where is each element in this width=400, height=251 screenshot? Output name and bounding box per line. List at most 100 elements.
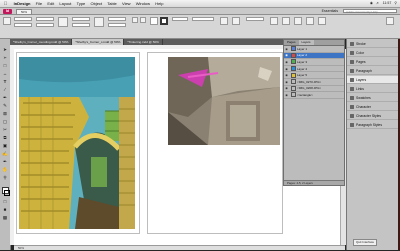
dock-item[interactable]: Character xyxy=(347,103,400,111)
page-right[interactable] xyxy=(147,52,283,234)
photo-yellow-stone-arch[interactable] xyxy=(19,57,135,229)
scale-y-field[interactable] xyxy=(72,23,90,27)
tab-layers[interactable]: Layers xyxy=(298,40,314,45)
menu-app[interactable]: InDesign xyxy=(11,0,33,7)
layer-row[interactable]: ◉ Layer 4 xyxy=(284,66,344,73)
reference-point-icon[interactable] xyxy=(3,17,11,25)
rotate-icon[interactable] xyxy=(94,17,104,27)
opacity-field[interactable] xyxy=(246,17,264,21)
stroke-swatch-icon[interactable] xyxy=(160,17,168,25)
volume-icon[interactable]: ♬ xyxy=(376,0,380,7)
flip-horizontal-icon[interactable] xyxy=(132,17,138,23)
effects-icon[interactable] xyxy=(220,17,228,25)
pencil-tool-icon[interactable]: ✎ xyxy=(2,103,8,109)
gradient-tool-icon[interactable]: ▣ xyxy=(2,143,8,149)
height-field[interactable] xyxy=(36,23,54,27)
line-tool-icon[interactable]: ∕ xyxy=(2,87,8,93)
dock-item[interactable]: Paragraph xyxy=(347,67,400,75)
page-tool-icon[interactable]: □ xyxy=(2,63,8,69)
apply-color-icon[interactable]: ■ xyxy=(2,207,8,213)
clock[interactable]: 11:57 xyxy=(383,0,392,7)
normal-view-icon[interactable]: ▩ xyxy=(2,215,8,221)
y-position-field[interactable] xyxy=(14,23,32,27)
layer-row[interactable]: ◉ Layer 3 xyxy=(284,59,344,66)
menu-layout[interactable]: Layout xyxy=(57,0,74,7)
dock-item[interactable]: Character Styles xyxy=(347,112,400,120)
x-position-field[interactable] xyxy=(14,17,32,21)
fitting-icon[interactable] xyxy=(282,17,290,25)
menu-edit[interactable]: Edit xyxy=(45,0,57,7)
help-search-input[interactable]: Adobe Community Help xyxy=(343,9,397,14)
selection-tool-icon[interactable]: ➤ xyxy=(2,47,8,53)
dock-item[interactable]: Paragraph Styles xyxy=(347,121,400,129)
select-container-icon[interactable] xyxy=(306,17,314,25)
gap-tool-icon[interactable]: ↔ xyxy=(2,71,8,77)
scissors-tool-icon[interactable]: ✂ xyxy=(2,127,8,133)
menu-table[interactable]: Table xyxy=(105,0,120,7)
zoom-tool-icon[interactable]: ⚲ xyxy=(2,175,8,181)
flip-vertical-icon[interactable] xyxy=(140,17,146,23)
dock-bottom-button[interactable]: Quit Interface xyxy=(353,239,378,246)
direct-selection-tool-icon[interactable]: ➣ xyxy=(2,55,8,61)
layer-row[interactable]: ◉ Layer 5 xyxy=(284,72,344,79)
layer-row[interactable]: ◉ <IMG_0270.JPG> xyxy=(284,79,344,86)
stroke-type-dropdown[interactable] xyxy=(192,17,214,21)
tab-pages[interactable]: Pages xyxy=(284,40,299,45)
visibility-eye-icon[interactable]: ◉ xyxy=(284,67,289,71)
menu-help[interactable]: Help xyxy=(153,0,166,7)
dock-item[interactable]: Color xyxy=(347,49,400,57)
page-left[interactable] xyxy=(16,52,140,234)
rotation-field[interactable] xyxy=(108,17,126,21)
panel-icon xyxy=(350,86,354,91)
apple-icon[interactable]:  xyxy=(3,1,8,7)
width-field[interactable] xyxy=(36,17,54,21)
photo-stone-doorway[interactable] xyxy=(168,57,280,145)
menu-object[interactable]: Object xyxy=(88,0,105,7)
shear-field[interactable] xyxy=(108,23,126,27)
visibility-eye-icon[interactable]: ◉ xyxy=(284,86,289,90)
visibility-eye-icon[interactable]: ◉ xyxy=(284,93,289,97)
eyedropper-tool-icon[interactable]: ✒ xyxy=(2,159,8,165)
panel-menu-icon[interactable] xyxy=(386,17,394,25)
dock-item[interactable]: Layers xyxy=(347,76,400,84)
workspace-switcher[interactable]: Essentials xyxy=(322,8,338,14)
rectangle-tool-icon[interactable]: ▢ xyxy=(2,119,8,125)
stroke-weight-field[interactable] xyxy=(172,17,188,21)
spotlight-icon[interactable]: ⚲ xyxy=(394,0,397,7)
note-tool-icon[interactable]: ✍ xyxy=(2,151,8,157)
layer-row[interactable]: ◉ <IMG_0268.JPG> xyxy=(284,85,344,93)
formatting-affects-container-icon[interactable]: □ xyxy=(2,199,8,205)
dock-item[interactable]: Stroke xyxy=(347,40,400,48)
dock-item-label: Character Styles xyxy=(356,113,382,118)
layer-row[interactable]: ◉ Layer 2 xyxy=(284,52,344,60)
visibility-eye-icon[interactable]: ◉ xyxy=(284,80,289,84)
select-content-icon[interactable] xyxy=(318,17,326,25)
scale-icon[interactable] xyxy=(58,17,68,27)
align-icon[interactable] xyxy=(294,17,302,25)
menu-window[interactable]: Window xyxy=(133,0,152,7)
text-wrap-icon[interactable] xyxy=(270,17,278,25)
menu-view[interactable]: View xyxy=(119,0,133,7)
visibility-eye-icon[interactable]: ◉ xyxy=(284,60,289,64)
rectangle-frame-tool-icon[interactable]: ⊠ xyxy=(2,111,8,117)
menu-file[interactable]: File xyxy=(33,0,45,7)
wifi-icon[interactable]: ◉ xyxy=(370,0,373,7)
fill-swatch-icon[interactable] xyxy=(150,17,158,25)
layer-row[interactable]: ◉ <rectangle> xyxy=(284,92,344,99)
dock-item[interactable]: Pages xyxy=(347,58,400,66)
scale-x-field[interactable] xyxy=(72,17,90,21)
dock-item[interactable]: Links xyxy=(347,85,400,93)
free-transform-tool-icon[interactable]: ⧉ xyxy=(2,135,8,141)
hand-tool-icon[interactable]: ✋ xyxy=(2,167,8,173)
status-zoom: 50% xyxy=(18,246,25,250)
horizontal-scrollbar[interactable]: 50% xyxy=(14,245,345,250)
visibility-eye-icon[interactable]: ◉ xyxy=(284,53,289,57)
menu-type[interactable]: Type xyxy=(74,0,88,7)
pen-tool-icon[interactable]: ✒ xyxy=(2,95,8,101)
layer-row[interactable]: ◉ Layer 1 xyxy=(284,46,344,53)
type-tool-icon[interactable]: T xyxy=(2,79,8,85)
visibility-eye-icon[interactable]: ◉ xyxy=(284,73,289,77)
drop-shadow-icon[interactable] xyxy=(232,17,240,25)
dock-item[interactable]: Swatches xyxy=(347,94,400,102)
visibility-eye-icon[interactable]: ◉ xyxy=(284,47,289,51)
